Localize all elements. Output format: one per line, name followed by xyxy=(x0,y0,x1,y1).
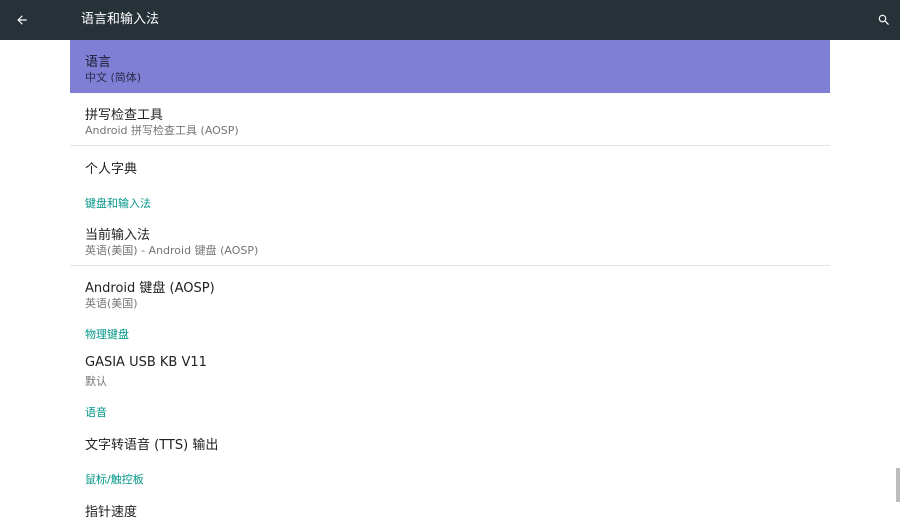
language-title: 语言 xyxy=(85,55,112,70)
arrow-back-icon xyxy=(17,15,27,25)
search-button[interactable] xyxy=(872,8,896,32)
language-item[interactable]: 语言 中文 (简体) xyxy=(70,40,830,93)
pointer-speed-item[interactable]: 指针速度 xyxy=(70,489,830,531)
language-summary: 中文 (简体) xyxy=(85,71,142,84)
gasia-keyboard-summary: 默认 xyxy=(85,375,107,388)
back-button[interactable] xyxy=(10,8,34,32)
mouse-category-label: 鼠标/触控板 xyxy=(85,473,144,486)
current-keyboard-item[interactable]: 当前输入法 英语(美国) - Android 键盘 (AOSP) xyxy=(70,213,830,266)
mouse-category-header: 鼠标/触控板 xyxy=(70,464,830,489)
android-keyboard-summary: 英语(美国) xyxy=(85,297,138,310)
current-keyboard-title: 当前输入法 xyxy=(85,228,151,243)
spell-checker-summary: Android 拼写检查工具 (AOSP) xyxy=(85,124,239,137)
speech-category-header: 语音 xyxy=(70,397,830,422)
physical-keyboard-category-label: 物理键盘 xyxy=(85,328,129,341)
keyboard-category-label: 键盘和输入法 xyxy=(85,197,151,210)
personal-dictionary-item[interactable]: 个人字典 xyxy=(70,146,830,188)
gasia-keyboard-title: GASIA USB KB V11 xyxy=(85,355,207,370)
personal-dictionary-title: 个人字典 xyxy=(85,162,138,177)
page-title: 语言和输入法 xyxy=(81,12,160,27)
pointer-speed-title: 指针速度 xyxy=(85,505,138,520)
physical-keyboard-category-header: 物理键盘 xyxy=(70,319,830,344)
search-icon xyxy=(878,14,889,25)
tts-output-item[interactable]: 文字转语音 (TTS) 输出 xyxy=(70,422,830,464)
android-keyboard-title: Android 键盘 (AOSP) xyxy=(85,281,215,296)
scrollbar-thumb[interactable] xyxy=(896,468,900,502)
speech-category-label: 语音 xyxy=(85,406,107,419)
spell-checker-title: 拼写检查工具 xyxy=(85,108,164,123)
current-keyboard-summary: 英语(美国) - Android 键盘 (AOSP) xyxy=(85,244,259,257)
settings-list: 语言 中文 (简体) 拼写检查工具 Android 拼写检查工具 (AOSP) … xyxy=(70,40,830,531)
android-keyboard-item[interactable]: Android 键盘 (AOSP) 英语(美国) xyxy=(70,266,830,319)
spell-checker-item[interactable]: 拼写检查工具 Android 拼写检查工具 (AOSP) xyxy=(70,93,830,146)
scrollbar[interactable] xyxy=(896,40,900,506)
keyboard-category-header: 键盘和输入法 xyxy=(70,188,830,213)
tts-output-title: 文字转语音 (TTS) 输出 xyxy=(85,438,219,453)
gasia-keyboard-item[interactable]: GASIA USB KB V11 默认 xyxy=(70,344,830,397)
app-bar: 语言和输入法 xyxy=(0,0,900,40)
